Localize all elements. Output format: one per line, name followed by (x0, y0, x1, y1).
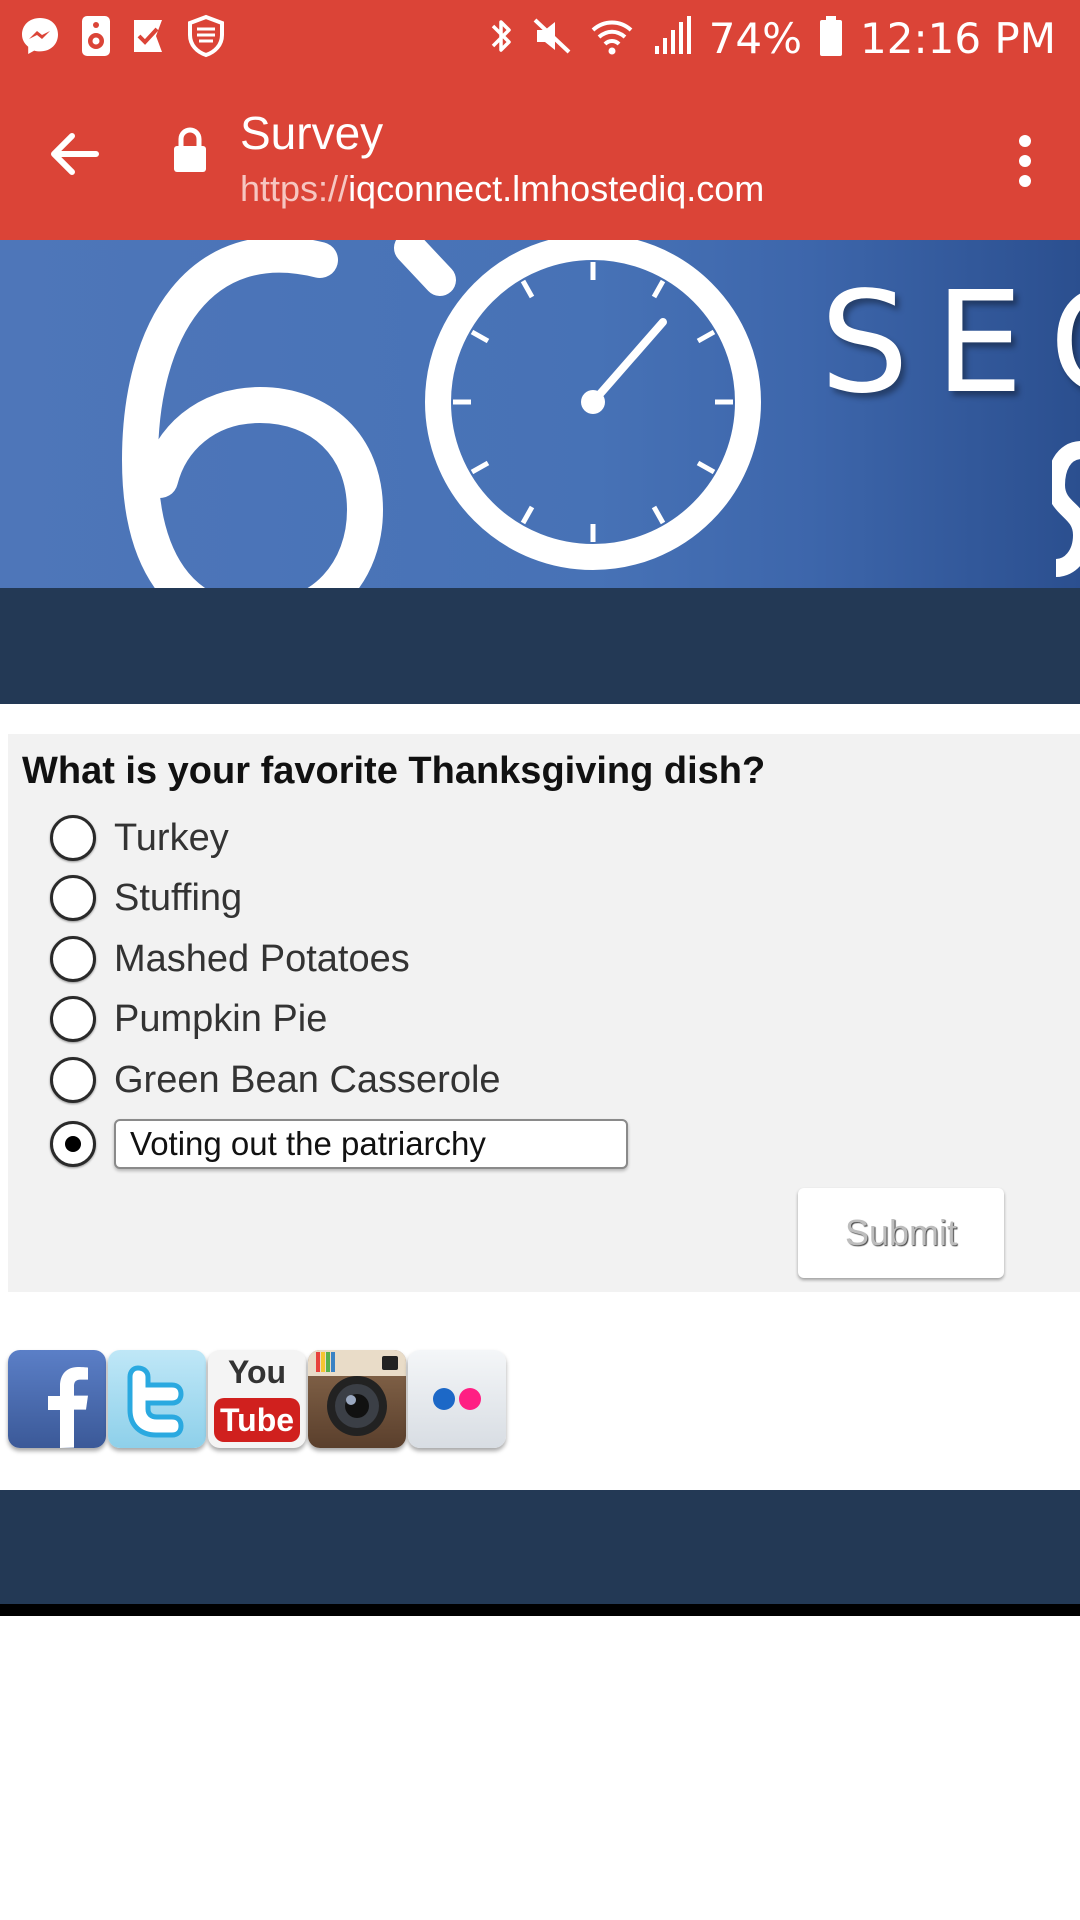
option-label: Turkey (114, 816, 229, 859)
banner-s-fragment (1052, 441, 1080, 577)
option-stuffing[interactable]: Stuffing (50, 870, 242, 926)
radio-button-selected[interactable] (50, 1121, 96, 1167)
option-turkey[interactable]: Turkey (50, 810, 229, 866)
back-button[interactable] (38, 114, 108, 194)
signal-icon (651, 14, 693, 63)
twitter-icon[interactable] (108, 1350, 206, 1448)
option-label: Pumpkin Pie (114, 997, 328, 1040)
url-host: iqconnect.lmhostediq.com (348, 168, 765, 209)
clock: 12:16 PM (860, 13, 1056, 63)
banner-text: SEC (820, 262, 1080, 425)
submit-button[interactable]: Submit (798, 1188, 1004, 1278)
url-scheme: https:// (240, 168, 349, 209)
page-title: Survey (240, 107, 384, 159)
radio-button[interactable] (50, 815, 96, 861)
navigation-band (0, 588, 1080, 704)
stopwatch-logo (121, 240, 761, 588)
task-check-icon (130, 14, 170, 63)
bluetooth-icon (487, 14, 515, 63)
radio-button[interactable] (50, 1057, 96, 1103)
lock-icon (174, 127, 206, 172)
survey-form: What is your favorite Thanksgiving dish?… (8, 734, 1080, 1292)
option-other[interactable] (50, 1116, 628, 1172)
survey-question: What is your favorite Thanksgiving dish? (22, 750, 766, 792)
notification-icons (18, 14, 226, 63)
header-banner: SEC (0, 240, 1080, 588)
option-green-bean-casserole[interactable]: Green Bean Casserole (50, 1052, 501, 1108)
other-answer-input[interactable] (114, 1119, 628, 1169)
browser-app-bar: Survey https://iqconnect.lmhostediq.com (0, 76, 1080, 240)
youtube-icon[interactable]: You Tube (208, 1350, 306, 1448)
radio-button[interactable] (50, 996, 96, 1042)
youtube-text-you: You (227, 1354, 287, 1390)
option-label: Mashed Potatoes (114, 937, 410, 980)
arrow-left-icon (51, 133, 99, 175)
option-label: Green Bean Casserole (114, 1058, 501, 1101)
status-bar: 74% 12:16 PM (0, 0, 1080, 76)
radio-button[interactable] (50, 875, 96, 921)
social-links: You Tube (8, 1350, 506, 1448)
footer-divider (0, 1604, 1080, 1616)
youtube-text-tube: Tube (219, 1402, 295, 1438)
radio-button[interactable] (50, 936, 96, 982)
messenger-icon (18, 14, 62, 63)
instagram-icon[interactable] (308, 1350, 406, 1448)
flickr-icon[interactable] (408, 1350, 506, 1448)
mute-icon (531, 14, 573, 63)
battery-icon (818, 14, 844, 63)
speaker-device-icon (78, 14, 114, 63)
option-pumpkin-pie[interactable]: Pumpkin Pie (50, 991, 327, 1047)
overflow-menu-button[interactable] (1000, 126, 1050, 196)
option-label: Stuffing (114, 876, 243, 919)
page-url[interactable]: https://iqconnect.lmhostediq.com (240, 168, 764, 210)
system-status: 74% 12:16 PM (487, 10, 1056, 66)
facebook-icon[interactable] (8, 1350, 106, 1448)
wifi-icon (589, 14, 635, 63)
battery-percentage: 74% (708, 13, 803, 63)
shield-icon (186, 14, 226, 63)
option-mashed-potatoes[interactable]: Mashed Potatoes (50, 931, 410, 987)
footer-band (0, 1490, 1080, 1604)
